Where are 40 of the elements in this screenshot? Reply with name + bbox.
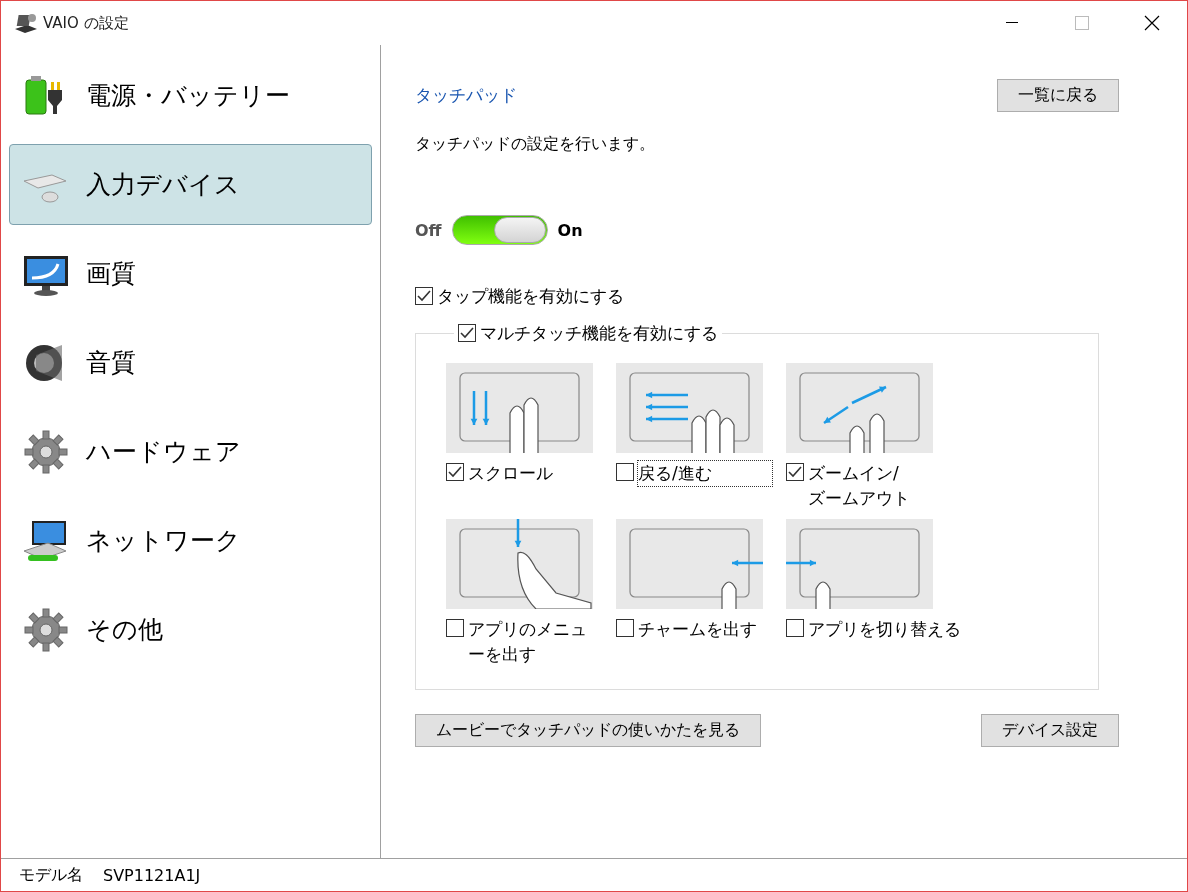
watch-movie-button[interactable]: ムービーでタッチパッドの使いかたを見る (415, 714, 761, 747)
checkbox-label: アプリのメニューを出す (468, 618, 588, 666)
minimize-icon (1006, 22, 1018, 24)
checkbox-label: タップ機能を有効にする (437, 285, 624, 308)
sidebar-item[interactable]: ネットワーク (9, 500, 372, 581)
gear-icon (22, 427, 70, 476)
gear-icon (22, 605, 70, 654)
checkbox[interactable] (786, 463, 804, 481)
toggle-switch[interactable] (451, 215, 548, 245)
sidebar-item[interactable]: その他 (9, 589, 372, 670)
checkbox[interactable] (446, 619, 464, 637)
maximize-icon (1075, 16, 1089, 30)
checkbox[interactable] (616, 463, 634, 481)
off-label: Off (415, 220, 442, 240)
sidebar-item[interactable]: 電源・バッテリー (9, 55, 372, 136)
checkbox[interactable] (446, 463, 464, 481)
laptop-gear-icon (13, 13, 39, 33)
device-settings-button[interactable]: デバイス設定 (981, 714, 1119, 747)
sidebar-item[interactable]: ハードウェア (9, 411, 372, 492)
checkbox[interactable] (458, 324, 476, 342)
checkbox-label: マルチタッチ機能を有効にする (480, 322, 718, 345)
close-icon (1144, 15, 1160, 31)
checkbox[interactable] (415, 287, 433, 305)
sidebar-item[interactable]: 入力デバイス (9, 144, 372, 225)
model-number: SVP1121A1J (103, 865, 201, 885)
sidebar-item[interactable]: 画質 (9, 233, 372, 314)
sidebar-item[interactable]: 音質 (9, 322, 372, 403)
page-heading: タッチパッド (415, 84, 517, 107)
checkbox-label: チャームを出す (638, 618, 758, 641)
model-label: モデル名 (19, 864, 83, 886)
checkbox-label: 戻る/進む (638, 461, 772, 486)
checkbox-label: アプリを切り替える (808, 618, 962, 641)
on-label: On (557, 220, 583, 240)
checkbox[interactable] (786, 619, 804, 637)
back-to-list-button[interactable]: 一覧に戻る (997, 79, 1119, 112)
description-text: タッチパッドの設定を行います。 (415, 134, 656, 155)
window-title: VAIO の設定 (43, 13, 129, 33)
checkbox[interactable] (616, 619, 634, 637)
checkbox-label: ズームイン/ズームアウト (808, 462, 911, 510)
checkbox-label: スクロール (468, 462, 554, 485)
